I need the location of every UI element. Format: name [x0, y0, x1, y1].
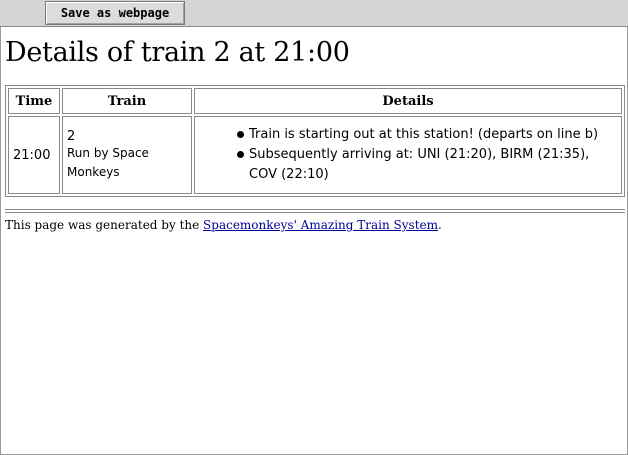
- cell-time: 21:00: [8, 116, 60, 194]
- list-item: Subsequently arriving at: UNI (21:20), B…: [237, 145, 617, 185]
- train-details-table: Time Train Details 21:00 2 Run by Space …: [5, 85, 625, 197]
- bullet-icon: [237, 151, 244, 158]
- toolbar: Save as webpage: [0, 0, 628, 27]
- horizontal-rule: [5, 209, 625, 213]
- page-content: Details of train 2 at 21:00 Time Train D…: [0, 27, 628, 455]
- header-details: Details: [194, 88, 622, 114]
- cell-train: 2 Run by Space Monkeys: [62, 116, 192, 194]
- table-row: 21:00 2 Run by Space Monkeys Train is st…: [8, 116, 622, 194]
- event-text: Train is starting out at this station! (…: [249, 127, 599, 142]
- train-number: 2: [67, 128, 76, 144]
- list-item: Train is starting out at this station! (…: [237, 125, 617, 145]
- footer-suffix: .: [438, 218, 442, 232]
- event-text: Subsequently arriving at: UNI (21:20), B…: [249, 147, 590, 182]
- bullet-icon: [237, 131, 244, 138]
- footer: This page was generated by the Spacemonk…: [5, 218, 442, 232]
- footer-link[interactable]: Spacemonkeys' Amazing Train System: [203, 218, 438, 232]
- save-as-webpage-button[interactable]: Save as webpage: [45, 1, 185, 25]
- browser-window: Save as webpage Details of train 2 at 21…: [0, 0, 628, 455]
- header-train: Train: [62, 88, 192, 114]
- table-header-row: Time Train Details: [8, 88, 622, 114]
- page-title: Details of train 2 at 21:00: [5, 37, 350, 68]
- train-operator: Run by Space Monkeys: [67, 145, 149, 179]
- footer-prefix: This page was generated by the: [5, 218, 204, 232]
- event-list: Train is starting out at this station! (…: [199, 125, 617, 185]
- header-time: Time: [8, 88, 60, 114]
- cell-details: Train is starting out at this station! (…: [194, 116, 622, 194]
